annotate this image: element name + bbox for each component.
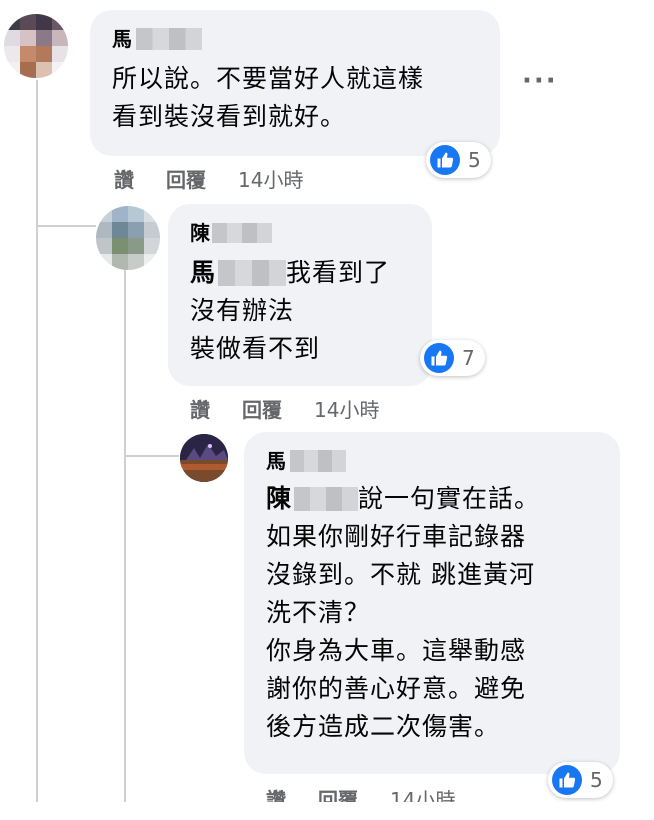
like-button[interactable]: 讚	[114, 164, 134, 193]
thread-connector-reply-1	[36, 225, 96, 227]
comment-author[interactable]: 馬	[112, 26, 202, 52]
thread-line-main	[36, 80, 38, 820]
comment-text-line: 你身為大車。這舉動感	[266, 636, 527, 665]
comment-text: 所以說。不要當好人就這樣 看到裝沒看到就好。	[112, 60, 424, 136]
redacted-name	[212, 223, 272, 243]
thread-connector-reply-2	[124, 455, 179, 457]
timestamp[interactable]: 14小時	[314, 394, 379, 423]
comment-text-line: 裝做看不到	[190, 334, 321, 363]
comment-text-line: 沒錄到。不就 跳進黃河	[266, 560, 535, 589]
comment-text-line: 沒有辦法	[190, 296, 295, 325]
more-options-icon[interactable]: ···	[522, 66, 558, 96]
author-name[interactable]: 陳	[190, 220, 210, 246]
mention-link[interactable]: 馬	[190, 254, 287, 292]
comment-text-line: 後方造成二次傷害。	[266, 712, 501, 741]
comment-text-line: 看到裝沒看到就好。	[112, 102, 347, 131]
comment-author[interactable]: 陳	[190, 220, 272, 246]
comment-text-line: 洗不清？	[266, 598, 371, 627]
thumbs-up-icon	[552, 765, 582, 795]
bottom-crop-overlay	[0, 802, 654, 820]
comment-text: 陳說一句實在話。 如果你剛好行車記錄器 沒錄到。不就 跳進黃河 洗不清？ 你身為…	[266, 480, 618, 746]
redacted-name	[136, 28, 202, 50]
reply-bubble: 陳 馬我看到了 沒有辦法 裝做看不到	[168, 204, 432, 386]
reaction-count: 5	[590, 768, 603, 792]
comment-actions: 讚 回覆 14小時	[190, 394, 411, 423]
comment-text-line: 謝你的善心好意。避免	[266, 674, 527, 703]
comment-text-line: 如果你剛好行車記錄器	[266, 522, 527, 551]
avatar[interactable]	[4, 14, 68, 78]
avatar[interactable]	[96, 206, 160, 270]
comment-bubble: 馬 所以說。不要當好人就這樣 看到裝沒看到就好。	[90, 10, 500, 156]
thumbs-up-icon	[424, 343, 454, 373]
mention-link[interactable]: 陳	[266, 480, 359, 518]
comment-text-line: 所以說。不要當好人就這樣	[112, 64, 425, 93]
comment-author[interactable]: 馬	[266, 448, 346, 474]
reaction-count: 7	[462, 346, 475, 370]
like-button[interactable]: 讚	[190, 394, 210, 423]
author-name[interactable]: 馬	[112, 26, 132, 52]
comment-actions: 讚 回覆 14小時	[114, 164, 335, 193]
comment-text-line: 陳說一句實在話。	[266, 480, 618, 518]
reaction-count: 5	[468, 148, 481, 172]
comment-text: 馬我看到了 沒有辦法 裝做看不到	[190, 254, 430, 368]
reaction-summary[interactable]: 7	[420, 340, 485, 376]
thumbs-up-icon	[430, 145, 460, 175]
redacted-name	[218, 260, 287, 286]
timestamp[interactable]: 14小時	[238, 164, 303, 193]
redacted-name	[294, 487, 359, 511]
avatar-image	[180, 434, 228, 482]
reply-bubble: 馬 陳說一句實在話。 如果你剛好行車記錄器 沒錄到。不就 跳進黃河 洗不清？ 你…	[244, 432, 620, 774]
reaction-summary[interactable]: 5	[426, 142, 491, 178]
author-name[interactable]: 馬	[266, 448, 286, 474]
comment-text-line: 馬我看到了	[190, 254, 430, 292]
avatar[interactable]	[180, 434, 228, 482]
redacted-name	[290, 450, 346, 472]
reply-button[interactable]: 回覆	[242, 394, 282, 423]
reaction-summary[interactable]: 5	[548, 762, 613, 798]
reply-button[interactable]: 回覆	[166, 164, 206, 193]
thread-line-reply-1	[124, 265, 126, 820]
